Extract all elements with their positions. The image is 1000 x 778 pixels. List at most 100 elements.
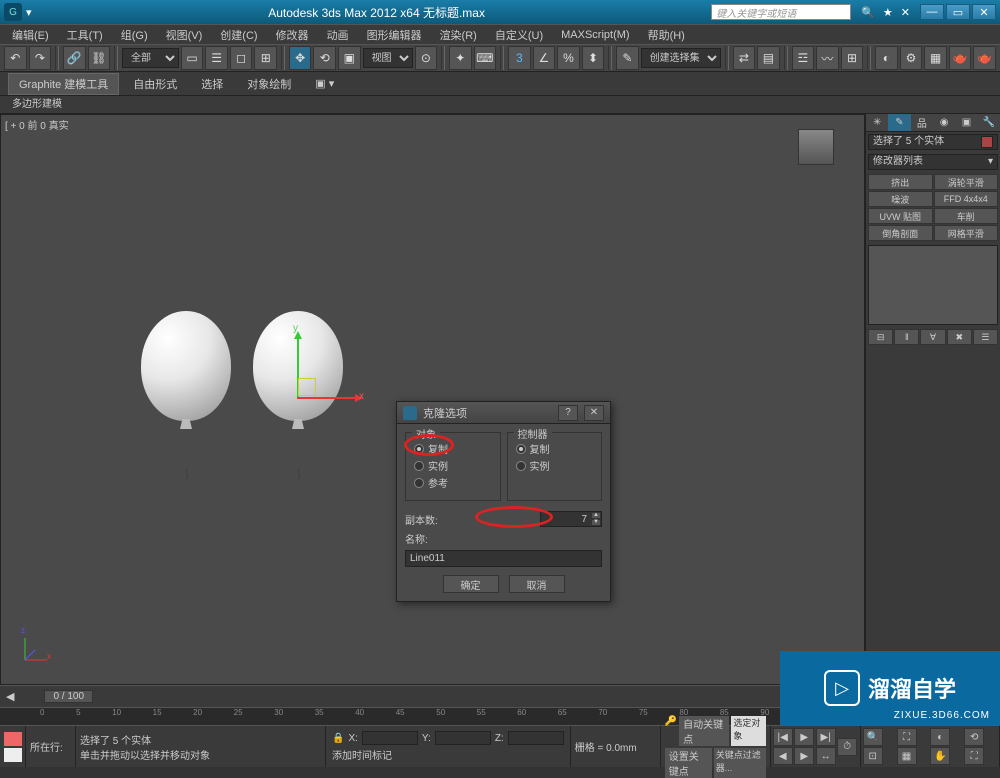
radio-object-instance[interactable]: 实例: [414, 458, 492, 473]
pin-stack-button[interactable]: ⊟: [868, 329, 893, 345]
ribbon-tab-objectpaint[interactable]: 对象绘制: [237, 74, 301, 94]
tab-utilities[interactable]: 🔧: [978, 114, 1000, 131]
next-frame-button[interactable]: ▶: [794, 747, 814, 765]
ribbon-panel-label[interactable]: 多边形建模: [0, 96, 1000, 114]
coord-z-input[interactable]: [508, 731, 564, 745]
key-mode-toggle[interactable]: ↔: [816, 747, 836, 765]
window-crossing-button[interactable]: ⊞: [254, 46, 277, 70]
layer-manager-button[interactable]: ☲: [792, 46, 815, 70]
render-iterative-button[interactable]: 🫖: [973, 46, 996, 70]
copies-input[interactable]: [541, 512, 591, 526]
angle-snap-button[interactable]: ∠: [533, 46, 556, 70]
menu-tools[interactable]: 工具(T): [59, 27, 111, 43]
exchange-icon[interactable]: ✕: [901, 6, 910, 19]
link-button[interactable]: 🔗: [63, 46, 86, 70]
percent-snap-button[interactable]: %: [557, 46, 580, 70]
menu-modifiers[interactable]: 修改器: [268, 27, 317, 43]
mod-turbosmooth-button[interactable]: 涡轮平滑: [934, 174, 999, 190]
schematic-view-button[interactable]: ⊞: [841, 46, 864, 70]
mod-noise-button[interactable]: 噪波: [868, 191, 933, 207]
spinner-snap-button[interactable]: ⬍: [582, 46, 605, 70]
selection-filter-dropdown[interactable]: 全部: [122, 48, 179, 68]
radio-controller-copy[interactable]: 复制: [516, 441, 594, 456]
close-button[interactable]: ✕: [972, 4, 996, 20]
make-unique-button[interactable]: ∀: [920, 329, 945, 345]
time-slider[interactable]: ◀ 0 / 100: [0, 685, 865, 707]
menu-create[interactable]: 创建(C): [212, 27, 265, 43]
select-by-name-button[interactable]: ☰: [205, 46, 228, 70]
menu-views[interactable]: 视图(V): [158, 27, 211, 43]
ribbon-tab-selection[interactable]: 选择: [191, 74, 233, 94]
maxscript-mini-listener[interactable]: [4, 732, 22, 746]
app-menu-icon[interactable]: ▾: [26, 6, 42, 19]
undo-button[interactable]: ↶: [4, 46, 27, 70]
render-production-button[interactable]: 🫖: [949, 46, 972, 70]
spinner-down-icon[interactable]: ▼: [591, 519, 601, 526]
dialog-close-button[interactable]: ✕: [584, 405, 604, 421]
add-time-tag-button[interactable]: 添加时间标记: [332, 751, 392, 762]
render-setup-button[interactable]: ⚙: [900, 46, 923, 70]
name-input[interactable]: [405, 550, 602, 567]
material-editor-button[interactable]: ◐: [875, 46, 898, 70]
tab-motion[interactable]: ◉: [933, 114, 955, 131]
menu-edit[interactable]: 编辑(E): [4, 27, 57, 43]
tab-hierarchy[interactable]: 品: [911, 114, 933, 131]
set-key-button[interactable]: 设置关键点: [665, 748, 712, 778]
ref-coord-dropdown[interactable]: 视图: [363, 48, 413, 68]
keyboard-shortcut-button[interactable]: ⌨: [474, 46, 497, 70]
edit-named-sel-button[interactable]: ✎: [616, 46, 639, 70]
radio-object-copy[interactable]: 复制: [414, 441, 492, 456]
lock-selection-icon[interactable]: 🔒: [332, 733, 344, 744]
menu-animation[interactable]: 动画: [319, 27, 357, 43]
named-selection-dropdown[interactable]: 创建选择集: [641, 48, 721, 68]
coord-x-input[interactable]: [362, 731, 418, 745]
pan-button[interactable]: ✋: [930, 747, 950, 765]
ribbon-tab-graphite[interactable]: Graphite 建模工具: [8, 73, 119, 95]
scale-button[interactable]: ▣: [338, 46, 361, 70]
dialog-titlebar[interactable]: 克隆选项 ? ✕: [397, 402, 610, 424]
dialog-help-button[interactable]: ?: [558, 405, 578, 421]
maxmin-toggle-button[interactable]: ⛶: [964, 747, 984, 765]
mod-bevelprofile-button[interactable]: 倒角剖面: [868, 225, 933, 241]
tab-modify[interactable]: ✎: [888, 114, 910, 131]
configure-sets-button[interactable]: ☰: [973, 329, 998, 345]
frame-indicator[interactable]: 0 / 100: [44, 690, 93, 703]
object-color-swatch[interactable]: [981, 136, 993, 148]
orbit-button[interactable]: ⟲: [964, 728, 984, 746]
redo-button[interactable]: ↷: [29, 46, 52, 70]
mod-uvwmap-button[interactable]: UVW 贴图: [868, 208, 933, 224]
show-end-result-button[interactable]: ‖: [894, 329, 919, 345]
select-region-button[interactable]: ◻: [230, 46, 253, 70]
favorites-icon[interactable]: ★: [883, 6, 893, 19]
select-manipulate-button[interactable]: ✦: [449, 46, 472, 70]
menu-group[interactable]: 组(G): [113, 27, 156, 43]
mod-meshsmooth-button[interactable]: 网格平滑: [934, 225, 999, 241]
zoom-all-button[interactable]: ⊡: [863, 747, 883, 765]
zoom-button[interactable]: 🔍: [863, 728, 883, 746]
viewport-label[interactable]: [ + 0 前 0 真实: [5, 117, 69, 132]
curve-editor-button[interactable]: 〰: [816, 46, 839, 70]
play-button[interactable]: ▶: [794, 728, 814, 746]
maximize-button[interactable]: ▭: [946, 4, 970, 20]
minimize-button[interactable]: —: [920, 4, 944, 20]
rendered-frame-button[interactable]: ▦: [924, 46, 947, 70]
menu-help[interactable]: 帮助(H): [640, 27, 693, 43]
selected-obj-dropdown[interactable]: 选定对象: [731, 716, 765, 746]
info-center-icon[interactable]: 🔍: [861, 6, 875, 19]
radio-object-reference[interactable]: 参考: [414, 475, 492, 490]
time-slider-prev-icon[interactable]: ◀: [6, 690, 14, 703]
use-center-button[interactable]: ⊙: [415, 46, 438, 70]
viewcube[interactable]: [798, 129, 834, 165]
ribbon-tab-freeform[interactable]: 自由形式: [123, 74, 187, 94]
prev-frame-button[interactable]: ◀: [773, 747, 793, 765]
coord-y-input[interactable]: [435, 731, 491, 745]
move-button[interactable]: ✥: [289, 46, 312, 70]
zoom-extents-all-button[interactable]: ▦: [897, 747, 917, 765]
menu-maxscript[interactable]: MAXScript(M): [553, 29, 637, 41]
key-filters-button[interactable]: 关键点过滤器...: [714, 748, 766, 778]
modifier-list-dropdown[interactable]: 修改器列表▾: [868, 154, 998, 170]
fov-button[interactable]: ◐: [930, 728, 950, 746]
zoom-extents-button[interactable]: ⛶: [897, 728, 917, 746]
mod-extrude-button[interactable]: 挤出: [868, 174, 933, 190]
cancel-button[interactable]: 取消: [509, 575, 565, 593]
